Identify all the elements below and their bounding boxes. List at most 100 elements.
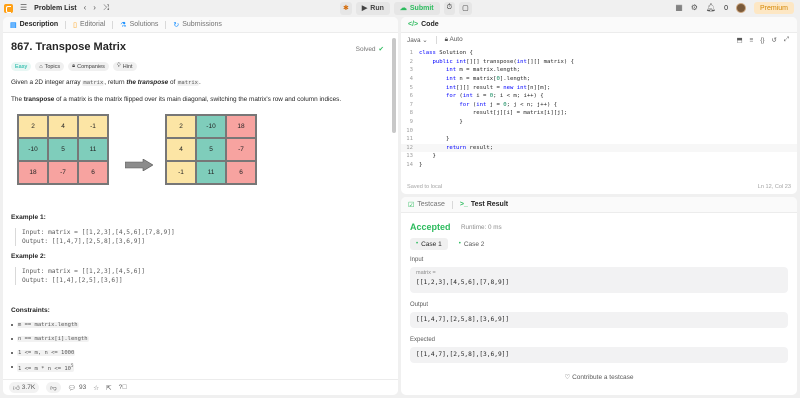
tab-label: Test Result — [470, 201, 509, 208]
chip-label: Companies — [77, 63, 105, 70]
line-number: 10 — [406, 127, 413, 134]
input-param-name: matrix = — [416, 270, 436, 276]
code-text: public int[][] transpose(int[][] matrix)… — [432, 58, 574, 65]
play-icon: ▶ — [361, 5, 368, 12]
case-tab-1[interactable]: • Case 1 — [410, 238, 448, 250]
timer-icon: ⏱ — [446, 4, 453, 11]
dislike-button[interactable]: 👎︎ — [46, 382, 61, 393]
line-number: 2 — [409, 58, 413, 65]
arrow-right-icon — [125, 159, 153, 171]
avatar[interactable] — [735, 3, 746, 13]
history-icon: ↻ — [173, 21, 180, 29]
hint-chip[interactable]: 💡︎ Hint — [112, 62, 137, 71]
matrix-cell: 6 — [226, 161, 256, 184]
description-panel: ▤ Description ▯ Editorial ⚗ Solutions ↻ Subm… — [3, 17, 398, 395]
matrix-cell: 11 — [78, 138, 108, 161]
chevron-right-icon[interactable]: › — [93, 4, 96, 12]
tag-chips: Easy ⌂ Topics 🔒︎ Companies 💡︎ Hint — [11, 62, 137, 71]
matrix-cell: -7 — [48, 161, 78, 184]
run-button[interactable]: ▶ Run — [355, 1, 390, 15]
tab-description[interactable]: ▤ Description — [7, 21, 61, 29]
bell-icon[interactable]: 🔔︎ — [706, 4, 716, 12]
format-icon[interactable]: ≡ — [750, 37, 754, 44]
companies-chip[interactable]: 🔒︎ Companies — [68, 62, 109, 71]
contribute-testcase-link[interactable]: ♡ Contribute a testcase — [401, 373, 797, 381]
code-line: 1 class Solution { — [401, 49, 797, 58]
notification-count: 0 — [724, 4, 728, 12]
chip-label: Easy — [15, 63, 28, 70]
inline-code: matrix — [82, 80, 105, 86]
share-icon[interactable]: ⇱ — [106, 384, 111, 392]
reset-icon[interactable]: ↺ — [772, 36, 777, 44]
tab-solutions[interactable]: ⚗ Solutions — [117, 21, 161, 29]
text: . — [198, 79, 201, 86]
line-number: 4 — [409, 76, 413, 83]
line-number: 13 — [406, 153, 413, 160]
code-text: int m = matrix.length; — [445, 67, 521, 74]
bullet — [11, 352, 13, 354]
tab-testcase[interactable]: ☑ Testcase — [405, 201, 448, 209]
comments-button[interactable]: 💬︎ 93 — [68, 384, 87, 392]
problem-title: 867. Transpose Matrix — [11, 41, 126, 53]
debug-button[interactable]: ✱ — [340, 1, 352, 15]
shuffle-icon[interactable]: ⤨ — [103, 4, 109, 12]
tab-editorial[interactable]: ▯ Editorial — [70, 21, 108, 29]
lock-icon: 🔒︎ — [444, 36, 449, 43]
tab-code[interactable]: </> Code — [405, 21, 442, 28]
auto-toggle[interactable]: 🔒︎ Auto — [445, 36, 463, 44]
timer-button[interactable]: ⏱ — [443, 1, 456, 15]
code-text: } — [419, 162, 423, 169]
layout-icon[interactable]: ▦ — [675, 4, 683, 12]
tab-label: Solutions — [129, 21, 159, 28]
star-icon[interactable]: ☆ — [93, 384, 99, 392]
matrix-cell: 4 — [48, 115, 78, 138]
notes-button[interactable]: ▢ — [459, 1, 472, 15]
premium-button[interactable]: Premium — [753, 2, 794, 14]
code-text: } — [419, 119, 463, 126]
bullet — [11, 366, 13, 369]
braces-icon[interactable]: {} — [760, 37, 764, 44]
case-tab-2[interactable]: • Case 2 — [453, 238, 491, 250]
bottom-action-bar: 👍︎ 3.7K 👎︎ 💬︎ 93 ☆ ⇱ ?⃝ — [3, 379, 398, 395]
bookmark-icon[interactable]: ⬒ — [736, 36, 742, 44]
bold-term: transpose — [23, 96, 55, 103]
line-number: 12 — [406, 144, 413, 151]
matrix-original: 2 4 -1 -10 5 11 18 -7 6 — [17, 114, 109, 185]
language-select[interactable]: Java ⌄ — [407, 36, 428, 44]
help-icon[interactable]: ?⃝ — [119, 384, 128, 391]
tab-test-result[interactable]: >_ Test Result — [457, 201, 511, 208]
like-count: 3.7K — [21, 384, 36, 391]
chevron-left-icon[interactable]: ‹ — [84, 4, 87, 12]
code-line: 3 int m = matrix.length; — [401, 66, 797, 75]
problem-statement: Given a 2D integer array matrix, return … — [11, 79, 201, 86]
example-1-title: Example 1: — [11, 214, 46, 221]
leetcode-logo-icon[interactable] — [4, 3, 13, 13]
submit-button[interactable]: ☁ Submit — [393, 1, 440, 15]
output-box: [[1,4,7],[2,5,8],[3,6,9]] — [410, 312, 788, 328]
lock-icon: 🔒︎ — [72, 63, 76, 69]
emphasis: the transpose — [126, 79, 169, 86]
constraint-text: m == matrix.length — [17, 322, 79, 328]
expand-icon[interactable]: ⤢ — [784, 36, 789, 44]
settings-icon[interactable]: ⚙ — [691, 4, 698, 12]
matrix-cell: 6 — [78, 161, 108, 184]
scrollbar[interactable] — [392, 38, 396, 133]
description-tabbar: ▤ Description ▯ Editorial ⚗ Solutions ↻ Subm… — [3, 17, 398, 33]
topics-chip[interactable]: ⌂ Topics — [35, 62, 65, 71]
tab-submissions[interactable]: ↻ Submissions — [170, 21, 225, 29]
code-line: 5 int[][] result = new int[n][m]; — [401, 83, 797, 92]
input-value: [[1,2,3],[4,5,6],[7,8,9]] — [416, 279, 510, 286]
output-value: [[1,4,7],[2,5,8],[3,6,9]] — [416, 316, 510, 323]
check-circle-icon: ✔ — [378, 46, 384, 53]
flask-icon: ⚗ — [120, 21, 127, 29]
code-editor[interactable]: 1 class Solution {2 public int[][] transp… — [401, 49, 797, 181]
like-button[interactable]: 👍︎ 3.7K — [9, 382, 40, 393]
thumbs-down-icon: 👎︎ — [50, 384, 57, 392]
constraint-text: 1 <= m * n <= 105 — [17, 363, 75, 372]
contribute-label: Contribute a testcase — [572, 374, 634, 381]
heart-icon: ♡ — [564, 374, 571, 381]
language-label: Java — [407, 37, 421, 44]
problem-list-link[interactable]: Problem List — [34, 5, 76, 12]
matrix-cell: 5 — [48, 138, 78, 161]
code-text: int n = matrix[0].length; — [445, 76, 531, 83]
